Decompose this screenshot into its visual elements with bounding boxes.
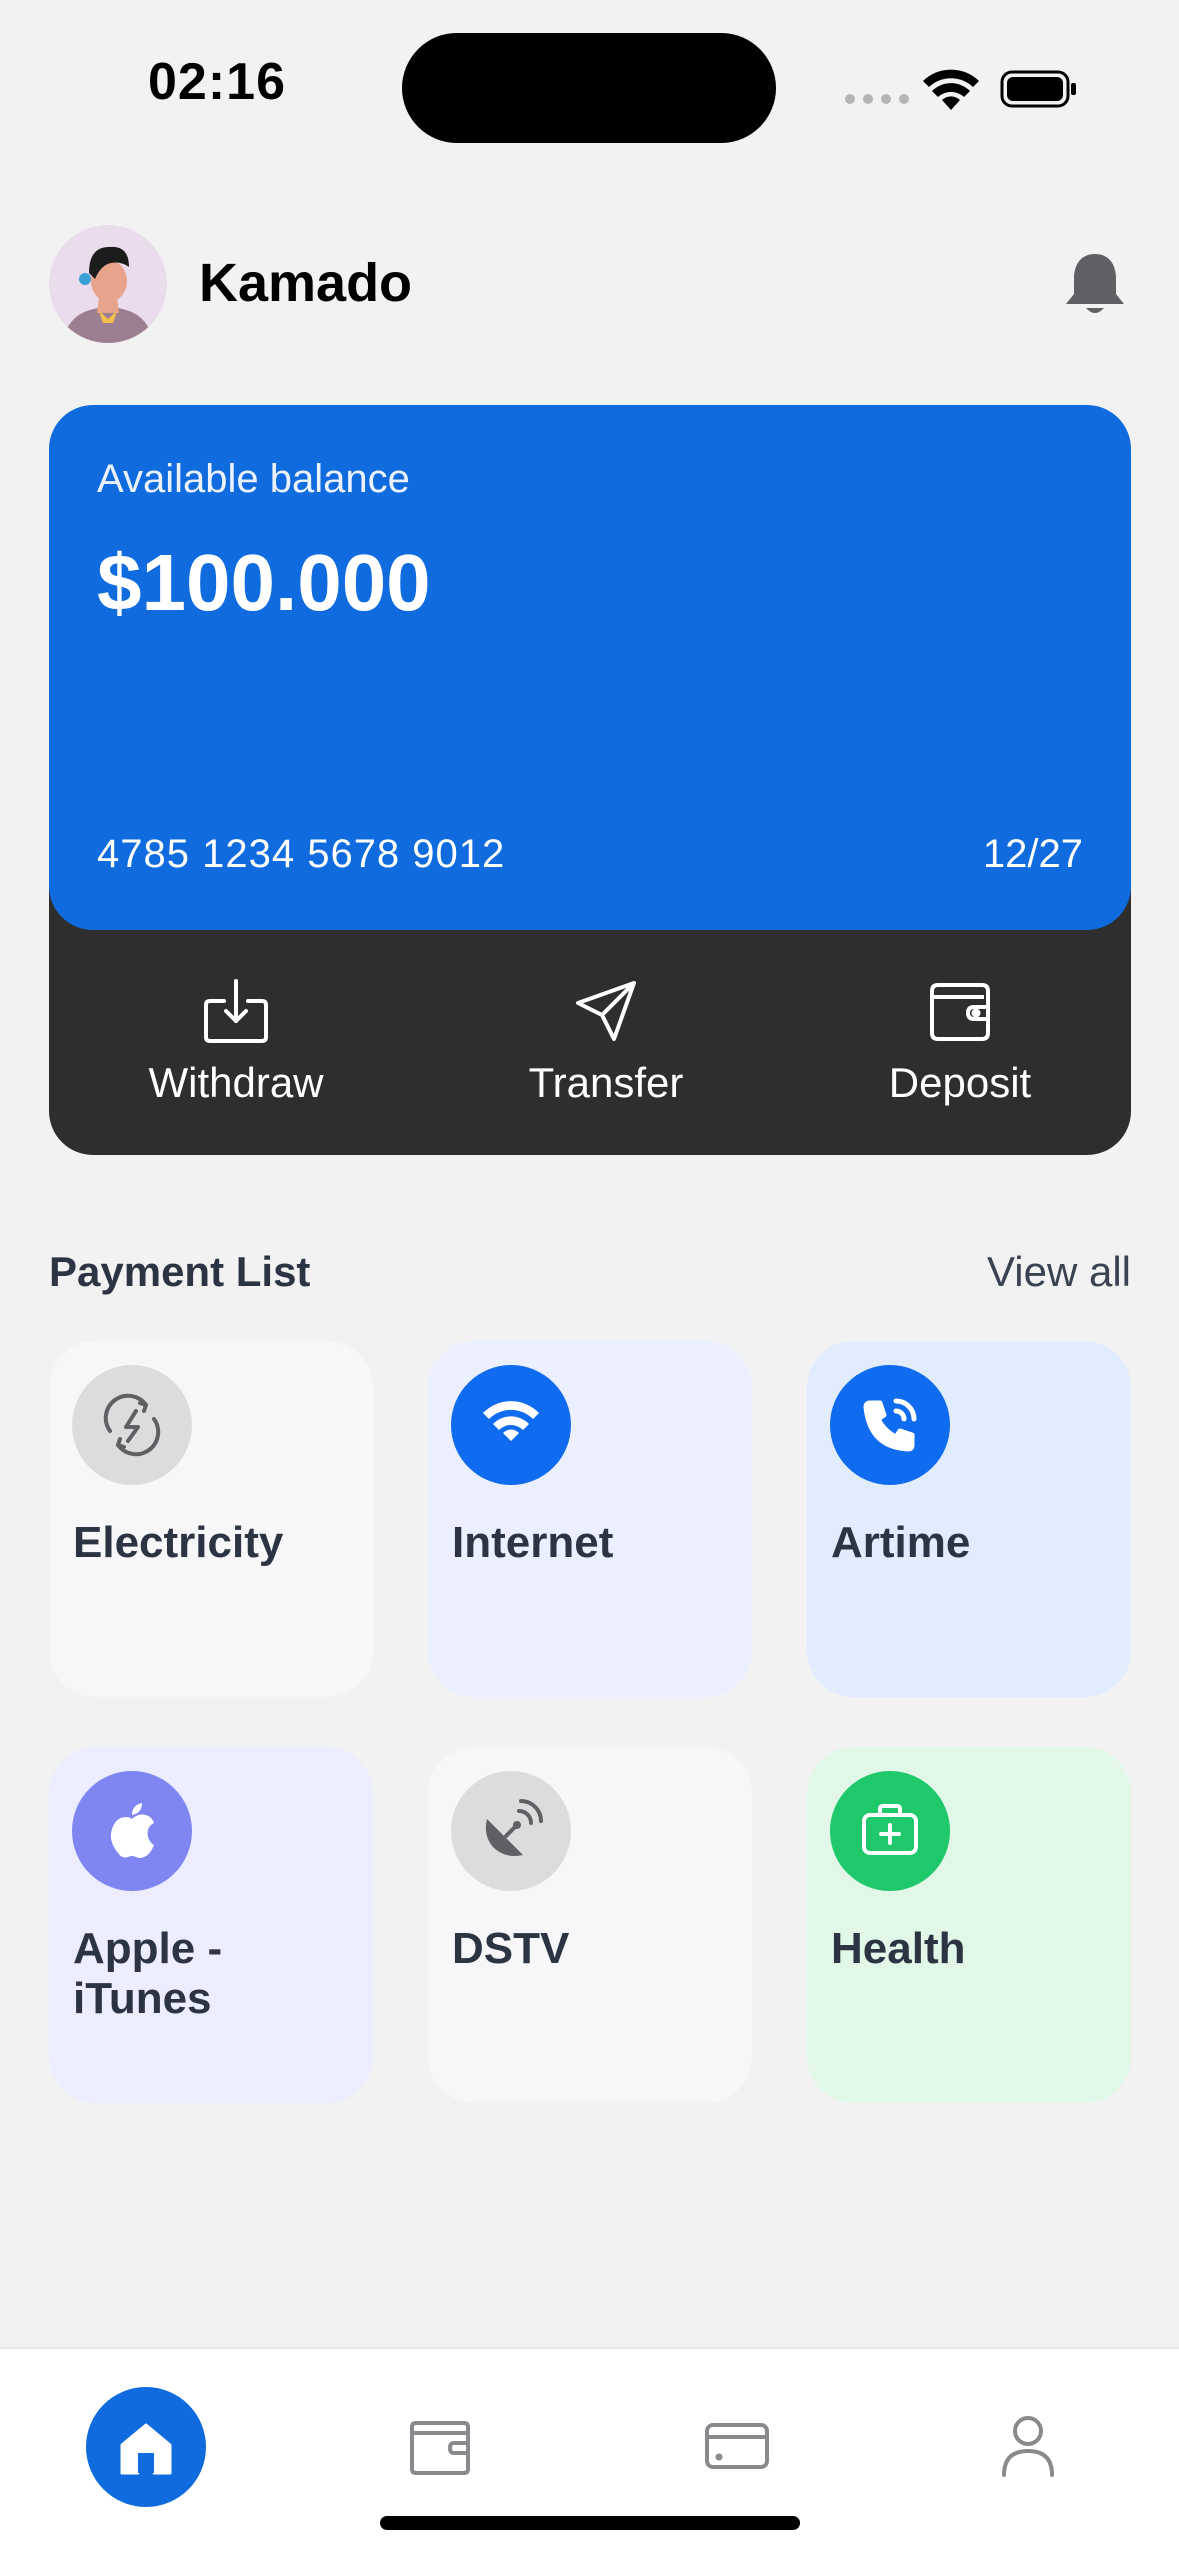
nav-wallet-icon[interactable] — [404, 2409, 476, 2481]
cellular-signal-icon — [845, 94, 909, 104]
withdraw-icon — [204, 979, 268, 1043]
card-expiry: 12/27 — [982, 832, 1083, 876]
withdraw-button[interactable]: Withdraw — [86, 975, 386, 1107]
payment-tile-dstv[interactable]: DSTV — [428, 1747, 752, 2103]
view-all-link[interactable]: View all — [987, 1248, 1131, 1296]
payment-tile-electricity[interactable]: Electricity — [49, 1341, 373, 1697]
satellite-dish-icon — [451, 1771, 571, 1891]
medical-kit-icon — [830, 1771, 950, 1891]
deposit-label: Deposit — [888, 1059, 1032, 1106]
avatar[interactable] — [49, 225, 167, 343]
withdraw-label: Withdraw — [148, 1059, 324, 1106]
send-icon — [576, 981, 636, 1041]
payment-tile-internet[interactable]: Internet — [428, 1341, 752, 1697]
payment-tile-artime[interactable]: Artime — [807, 1341, 1131, 1697]
payment-label: Health — [831, 1924, 966, 1973]
phone-call-icon — [830, 1365, 950, 1485]
status-time: 02:16 — [148, 53, 286, 111]
payment-tile-apple-itunes[interactable]: Apple - iTunes — [49, 1747, 373, 2103]
balance-card[interactable]: Available balance $100.000 4785 1234 567… — [49, 405, 1131, 930]
home-indicator — [380, 2516, 800, 2530]
payment-list-title: Payment List — [49, 1248, 311, 1295]
battery-icon — [1000, 70, 1076, 108]
card-number: 4785 1234 5678 9012 — [97, 832, 506, 876]
transfer-button[interactable]: Transfer — [456, 975, 756, 1107]
transfer-label: Transfer — [528, 1059, 684, 1106]
payment-label: Artime — [831, 1518, 971, 1567]
balance-label: Available balance — [97, 457, 410, 501]
payment-label: Apple - iTunes — [73, 1924, 223, 2023]
apple-icon — [72, 1771, 192, 1891]
home-icon — [120, 2423, 172, 2475]
nav-profile-icon[interactable] — [992, 2409, 1064, 2481]
dynamic-island — [402, 33, 776, 143]
deposit-button[interactable]: Deposit — [810, 975, 1110, 1107]
notification-bell-icon[interactable] — [1062, 250, 1128, 318]
wifi-status-icon — [923, 69, 979, 110]
balance-amount: $100.000 — [97, 538, 431, 627]
wallet-icon — [930, 983, 990, 1041]
wifi-icon — [451, 1365, 571, 1485]
nav-home[interactable] — [86, 2387, 206, 2507]
nav-card-icon[interactable] — [701, 2409, 773, 2481]
payment-label: Electricity — [73, 1518, 284, 1567]
payment-label: DSTV — [452, 1924, 570, 1973]
electricity-icon — [72, 1365, 192, 1485]
payment-label: Internet — [452, 1518, 614, 1567]
username: Kamado — [199, 253, 413, 313]
payment-tile-health[interactable]: Health — [807, 1747, 1131, 2103]
